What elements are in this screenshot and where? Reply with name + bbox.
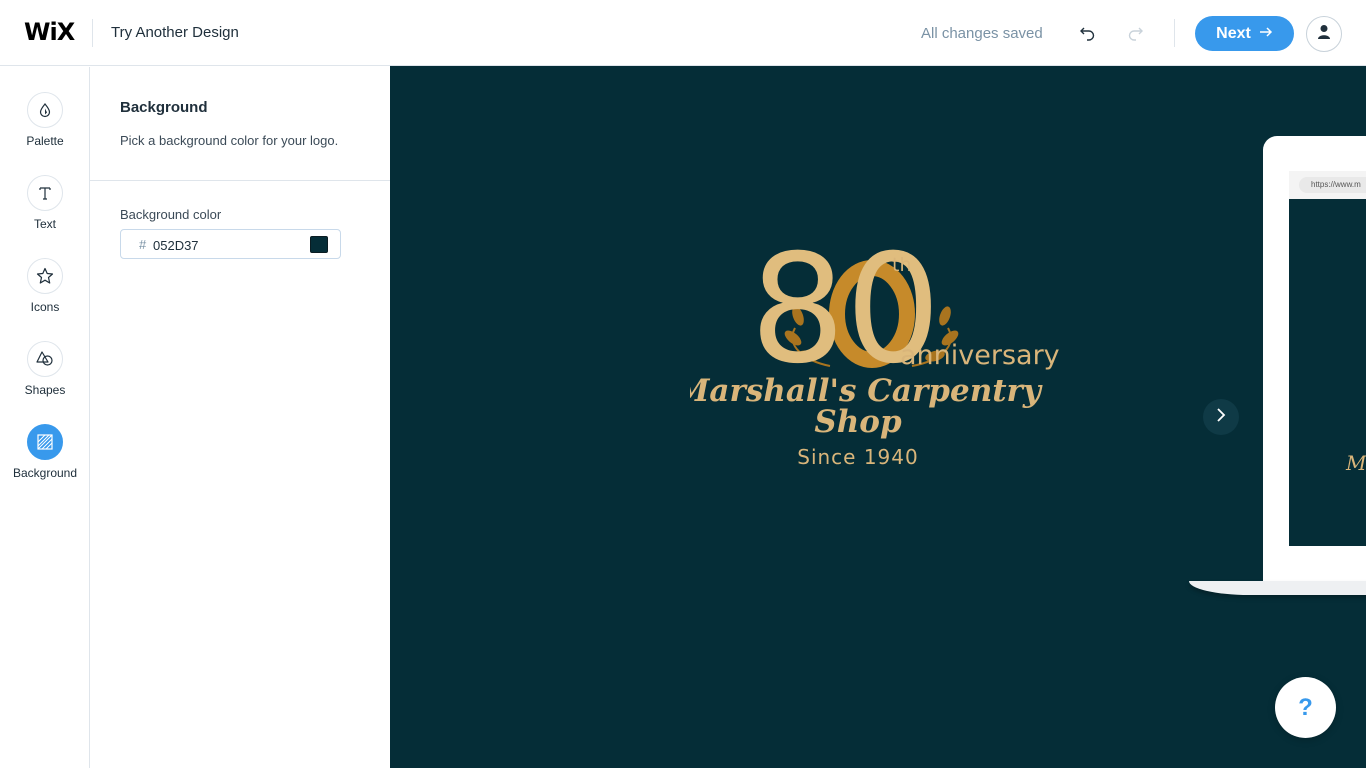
try-another-design-link[interactable]: Try Another Design [111, 24, 239, 41]
laptop-logo-preview: M [1346, 451, 1366, 475]
sidebar-item-label: Text [33, 217, 56, 231]
arrow-right-icon [1259, 25, 1273, 43]
logo-name-line2: Shop [814, 404, 902, 440]
wix-logo[interactable]: WiX [24, 20, 75, 44]
panel-description: Pick a background color for your logo. [120, 133, 339, 148]
color-swatch[interactable] [310, 236, 328, 253]
logo-preview[interactable]: 80 th anniversary Marshall's Carpentry S… [690, 216, 1070, 476]
logo-canvas: 80 th anniversary Marshall's Carpentry S… [390, 66, 1366, 768]
save-status: All changes saved [921, 25, 1043, 42]
user-icon [1317, 24, 1331, 45]
panel-title: Background [120, 99, 208, 116]
sidebar-item-label: Icons [30, 300, 60, 314]
sidebar-item-background[interactable]: Background [0, 424, 90, 494]
background-panel: Background Pick a background color for y… [90, 67, 390, 768]
next-button[interactable]: Next [1195, 16, 1294, 51]
divider [1174, 19, 1175, 47]
laptop-screen: M [1289, 199, 1366, 546]
text-t-icon [27, 175, 63, 211]
shapes-icon [27, 341, 63, 377]
drop-icon [27, 92, 63, 128]
top-bar: WiX Try Another Design All changes saved… [0, 0, 1366, 66]
laptop-mockup: https://www.m M [1189, 136, 1366, 595]
sidebar-item-text[interactable]: Text [0, 175, 90, 245]
account-button[interactable] [1306, 16, 1342, 52]
divider [92, 19, 93, 47]
sidebar-item-label: Palette [26, 134, 64, 148]
background-color-field: # [120, 229, 341, 259]
hash-prefix: # [139, 237, 147, 252]
background-color-label: Background color [120, 207, 222, 222]
undo-icon[interactable] [1077, 22, 1099, 44]
sidebar-item-icons[interactable]: Icons [0, 258, 90, 328]
browser-url: https://www.m [1299, 177, 1366, 193]
star-icon [27, 258, 63, 294]
logo-tagline: Since 1940 [797, 445, 918, 469]
logo-superscript: th [892, 254, 912, 276]
divider [90, 180, 390, 181]
logo-anniversary: anniversary [900, 340, 1060, 371]
tool-sidebar: Palette Text Icons Shapes Background [0, 67, 90, 768]
hex-color-input[interactable] [153, 236, 293, 254]
sidebar-item-label: Shapes [24, 383, 66, 397]
redo-icon[interactable] [1124, 22, 1146, 44]
carousel-next-button[interactable] [1203, 399, 1239, 435]
sidebar-item-label: Background [12, 466, 78, 480]
chevron-right-icon [1215, 407, 1227, 428]
help-button[interactable]: ? [1275, 677, 1336, 738]
laptop-base [1189, 581, 1366, 595]
next-button-label: Next [1216, 24, 1251, 42]
sidebar-item-palette[interactable]: Palette [0, 92, 90, 162]
sidebar-item-shapes[interactable]: Shapes [0, 341, 90, 411]
background-icon [27, 424, 63, 460]
